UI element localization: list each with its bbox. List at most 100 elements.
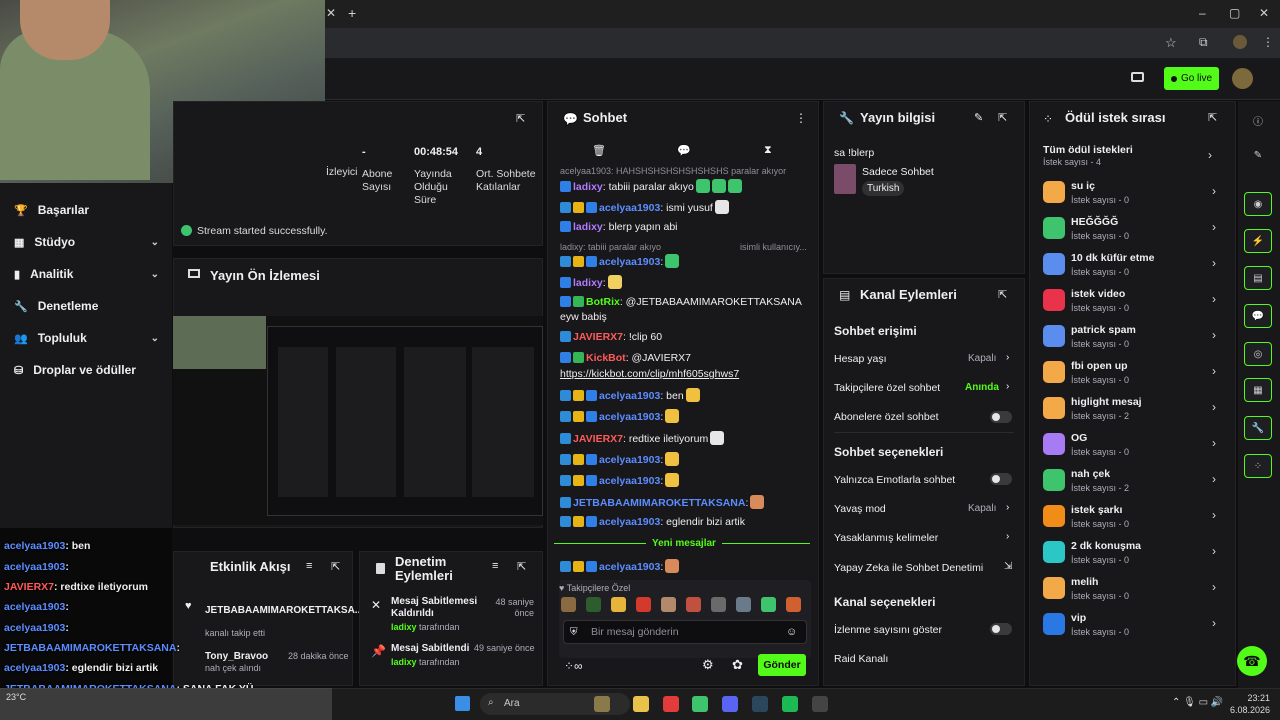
emote-option[interactable] <box>661 597 676 612</box>
emote-option[interactable] <box>611 597 626 612</box>
moderation-filter-icon[interactable]: ≡ <box>492 560 498 572</box>
settings-icon[interactable]: ⚙ <box>702 657 714 673</box>
raid-label[interactable]: Raid Kanalı <box>834 653 888 665</box>
trash-icon[interactable]: 🗑 <box>592 144 606 157</box>
mod-action-2-user[interactable]: ladixy <box>391 657 417 667</box>
channel-actions-expand-icon[interactable]: ⇱ <box>998 288 1007 301</box>
windows-start-icon[interactable] <box>455 696 470 711</box>
emote-option[interactable] <box>711 597 726 612</box>
emote-option[interactable] <box>561 597 576 612</box>
activity-expand-icon[interactable]: ⇱ <box>331 560 340 573</box>
edit-icon[interactable]: ✎ <box>974 111 983 124</box>
subs-only-toggle[interactable] <box>990 411 1012 423</box>
chevron-right-icon[interactable]: › <box>1212 364 1216 378</box>
reward-item[interactable]: istek video İstek sayısı - 0 › <box>1040 286 1220 320</box>
opera-icon[interactable] <box>663 696 679 712</box>
discord-icon[interactable] <box>722 696 738 712</box>
chat-username[interactable]: acelyaa1903 <box>599 390 660 402</box>
show-viewers-toggle[interactable] <box>990 623 1012 635</box>
window-close-button[interactable]: ✕ <box>1259 6 1269 20</box>
chevron-right-icon[interactable]: › <box>1212 184 1216 198</box>
points-icon[interactable]: ⁘ <box>1244 454 1272 478</box>
chevron-right-icon[interactable]: › <box>1212 400 1216 414</box>
chevron-right-icon[interactable]: › <box>1212 508 1216 522</box>
chat-username[interactable]: BotRix <box>586 296 620 308</box>
followers-only-label[interactable]: Takipçilere özel sohbet <box>834 382 940 394</box>
go-live-button[interactable]: Go live <box>1164 67 1219 90</box>
chevron-down-icon[interactable]: ⌄ <box>151 269 159 280</box>
chat-username[interactable]: acelyaa1903 <box>599 475 660 487</box>
ai-mod-label[interactable]: Yapay Zeka ile Sohbet Denetimi <box>834 562 983 574</box>
banned-words-label[interactable]: Yasaklanmış kelimeler <box>834 532 938 544</box>
chat-username[interactable]: JAVIERX7 <box>573 331 623 343</box>
mod-action-1-user[interactable]: ladixy <box>391 622 417 632</box>
chevron-right-icon[interactable]: › <box>1212 256 1216 270</box>
chat-username[interactable]: ladixy <box>573 277 603 289</box>
chevron-down-icon[interactable]: ⌄ <box>151 333 159 344</box>
bookmark-star-icon[interactable]: ☆ <box>1165 35 1177 51</box>
minimize-button[interactable]: – <box>1199 6 1206 20</box>
broadcast-icon[interactable]: ◎ <box>1244 342 1272 366</box>
chevron-right-icon[interactable]: › <box>1006 531 1009 542</box>
emote-option[interactable] <box>586 597 601 612</box>
reward-item[interactable]: su iç İstek sayısı - 0 › <box>1040 178 1220 212</box>
new-tab-button[interactable]: + <box>348 5 356 21</box>
points-icon[interactable]: ⁘∞ <box>564 659 583 673</box>
chevron-right-icon[interactable]: › <box>1212 292 1216 306</box>
emotes-only-toggle[interactable] <box>990 473 1012 485</box>
sidebar-item-2[interactable]: ▦ Stüdyo ⌄ <box>14 229 159 255</box>
chevron-down-icon[interactable]: ⌄ <box>151 237 159 248</box>
pencil-icon[interactable]: ✎ <box>1244 143 1272 167</box>
chat-username[interactable]: JAVIERX7 <box>573 433 623 445</box>
sidebar-item-4[interactable]: 🔧 Denetleme <box>14 293 159 319</box>
all-rewards-title[interactable]: Tüm ödül istekleri <box>1043 144 1133 156</box>
chevron-right-icon[interactable]: › <box>1006 381 1009 392</box>
support-icon[interactable]: ☎ <box>1237 646 1267 676</box>
chevron-right-icon[interactable]: › <box>1006 352 1009 363</box>
reward-icon[interactable]: ✿ <box>732 657 743 673</box>
rewards-expand-icon[interactable]: ⇱ <box>1208 111 1217 124</box>
chevron-right-icon[interactable]: › <box>1212 436 1216 450</box>
info-icon[interactable]: ⓘ <box>1244 108 1272 132</box>
reward-item[interactable]: fbi open up İstek sayısı - 0 › <box>1040 358 1220 392</box>
reward-item[interactable]: patrick spam İstek sayısı - 0 › <box>1040 322 1220 356</box>
external-link-icon[interactable]: ⇲ <box>1004 561 1012 572</box>
reward-item[interactable]: nah çek İstek sayısı - 2 › <box>1040 466 1220 500</box>
close-tab-icon[interactable]: ✕ <box>326 6 336 20</box>
tag-chip[interactable]: Turkish <box>862 181 905 196</box>
spotify-icon[interactable] <box>782 696 798 712</box>
chat-username[interactable]: acelyaa1903 <box>599 256 660 268</box>
chat-username[interactable]: acelyaa1903 <box>599 202 660 214</box>
emoji-icon[interactable]: ☺ <box>786 626 797 638</box>
filter-icon[interactable]: ≡ <box>306 560 312 572</box>
reward-item[interactable]: 10 dk küfür etme İstek sayısı - 0 › <box>1040 250 1220 284</box>
sidebar-item-6[interactable]: ⛁ Droplar ve ödüller <box>14 357 159 383</box>
reward-item[interactable]: OG İstek sayısı - 0 › <box>1040 430 1220 464</box>
chevron-right-icon[interactable]: › <box>1212 328 1216 342</box>
chevron-right-icon[interactable]: › <box>1212 616 1216 630</box>
chat-icon[interactable]: 💬 <box>1244 304 1272 328</box>
bolt-icon[interactable]: ⚡ <box>1244 229 1272 253</box>
reward-item[interactable]: higlight mesaj İstek sayısı - 2 › <box>1040 394 1220 428</box>
chat-menu-icon[interactable]: ⋮ <box>795 111 807 125</box>
chat-username[interactable]: JETBABAAMIMAROKETTAKSANA <box>573 497 745 509</box>
chevron-right-icon[interactable]: › <box>1212 544 1216 558</box>
extensions-icon[interactable]: ⧉ <box>1199 35 1208 50</box>
slow-mode-label[interactable]: Yavaş mod <box>834 503 886 515</box>
theater-icon[interactable] <box>1131 72 1144 82</box>
camera-icon[interactable]: ◉ <box>1244 192 1272 216</box>
profile-avatar[interactable] <box>1233 35 1247 49</box>
emote-option[interactable] <box>736 597 751 612</box>
chat-username[interactable]: ladixy <box>573 181 603 193</box>
steam-icon[interactable] <box>752 696 768 712</box>
reward-item[interactable]: 2 dk konuşma İstek sayısı - 0 › <box>1040 538 1220 572</box>
restore-button[interactable]: ▢ <box>1229 6 1240 20</box>
chat-username[interactable]: KickBot <box>586 352 626 364</box>
message-icon[interactable]: 💬 <box>677 144 691 157</box>
reward-item[interactable]: istek şarkı İstek sayısı - 0 › <box>1040 502 1220 536</box>
chevron-right-icon[interactable]: › <box>1208 148 1212 162</box>
emote-option[interactable] <box>686 597 701 612</box>
emote-option[interactable] <box>786 597 801 612</box>
sidebar-item-3[interactable]: ▮ Analitik ⌄ <box>14 261 159 287</box>
chevron-right-icon[interactable]: › <box>1212 580 1216 594</box>
